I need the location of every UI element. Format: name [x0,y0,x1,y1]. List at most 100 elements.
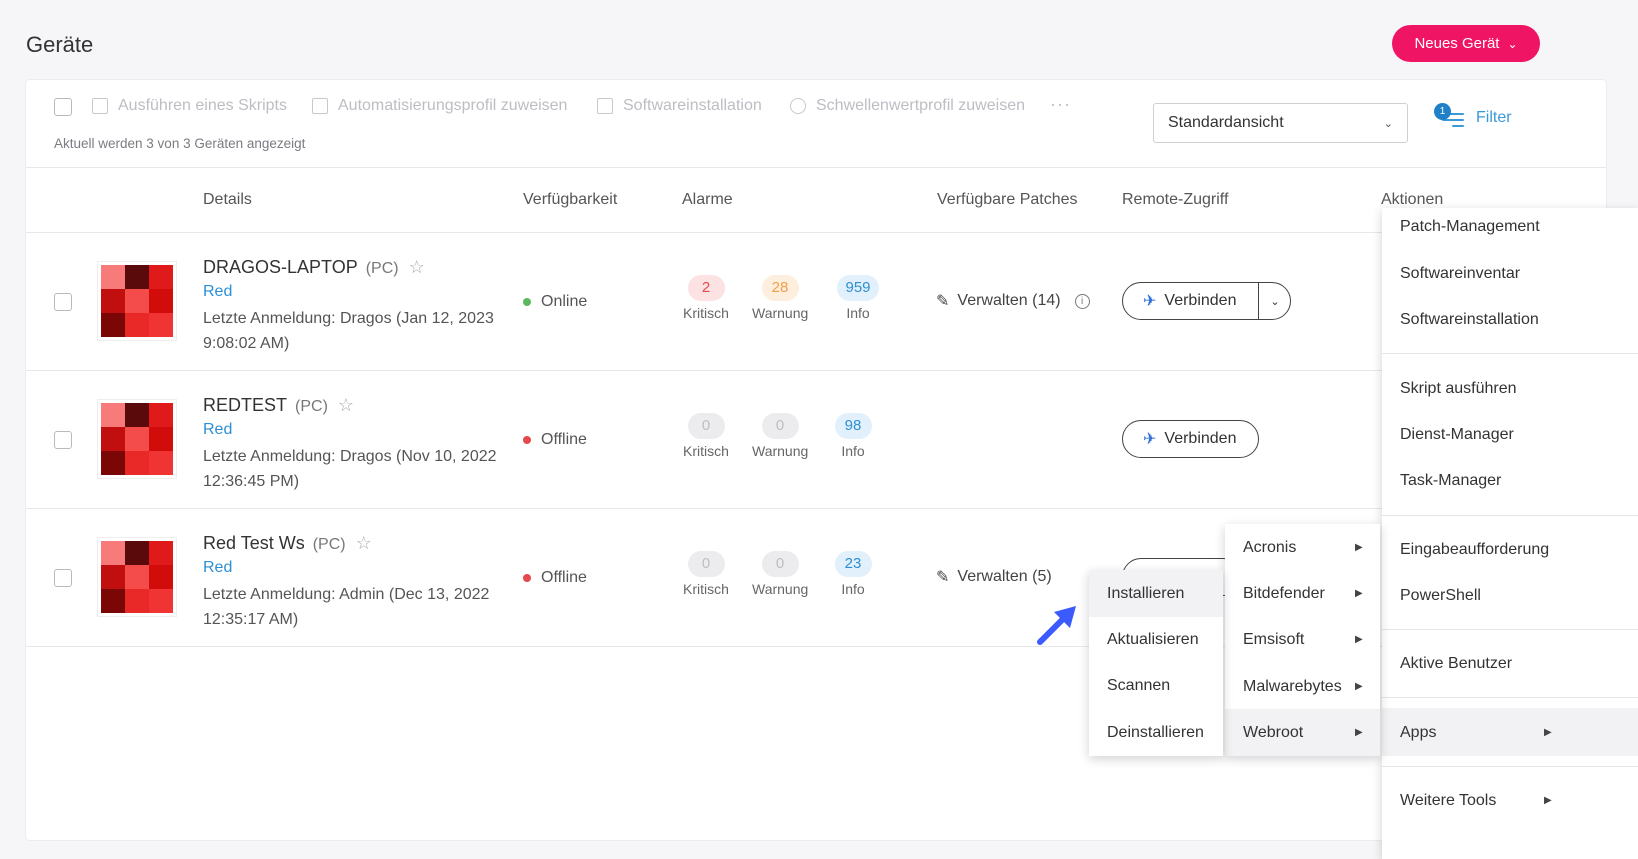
alarm-critical-count: 0 [687,413,725,439]
alarm-warning[interactable]: 28 Warnung [752,275,808,321]
row-checkbox[interactable] [54,293,72,311]
availability-status: Offline [523,569,587,587]
offline-dot-icon [523,436,531,444]
alarm-critical-label: Kritisch [683,443,729,459]
device-group-link[interactable]: Red [203,283,232,301]
alarm-critical[interactable]: 0 Kritisch [682,413,730,459]
chevron-down-icon: ⌄ [1507,36,1518,51]
menu-item-powershell[interactable]: PowerShell [1382,587,1638,605]
view-select-value: Standardansicht [1168,114,1284,131]
status-text: Offline [541,431,587,448]
alarm-warning-label: Warnung [752,305,809,321]
software-installation-action[interactable]: Softwareinstallation [597,95,762,117]
filter-button[interactable]: 1 Filter [1434,103,1512,129]
device-group-link[interactable]: Red [203,421,232,439]
alarm-warning-label: Warnung [752,443,809,459]
alarm-critical[interactable]: 0 Kritisch [682,551,730,597]
connect-dropdown-icon[interactable]: ⌄ [1258,283,1290,319]
menu-item-software-inventory[interactable]: Softwareinventar [1382,265,1638,283]
info-icon[interactable]: i [1074,293,1090,309]
manage-patches-link[interactable]: ✎ Verwalten (5) [936,567,1052,587]
connect-label: Verbinden [1164,430,1237,447]
menu-item-run-script[interactable]: Skript ausführen [1382,380,1638,398]
star-icon[interactable]: ☆ [409,257,425,277]
alarm-critical-label: Kritisch [683,581,729,597]
connect-button[interactable]: ✈ Verbinden [1123,421,1258,457]
caret-right-icon: ▶ [1355,588,1363,599]
menu-item-service-manager[interactable]: Dienst-Manager [1382,426,1638,444]
device-type: (PC) [365,260,399,277]
device-group-link[interactable]: Red [203,559,232,577]
device-type: (PC) [295,398,328,415]
menu-item-apps[interactable]: Apps [1382,724,1638,742]
new-device-button[interactable]: Neues Gerät ⌄ [1392,25,1540,62]
more-actions-icon[interactable]: ··· [1050,94,1071,115]
alarm-warning[interactable]: 0 Warnung [752,551,808,597]
alarm-info[interactable]: 959 Info [830,275,886,321]
alarm-info-count: 959 [837,275,879,301]
column-details[interactable]: Details [203,191,252,209]
last-login: Letzte Anmeldung: Admin (Dec 13, 2022 12… [203,586,490,628]
run-script-action[interactable]: Ausführen eines Skripts [92,95,287,117]
menu-item-command-prompt[interactable]: Eingabeaufforderung [1382,541,1638,559]
actions-menu: Patch-Management Softwareinventar Softwa… [1382,208,1638,859]
assign-automation-profile-action[interactable]: Automatisierungsprofil zuweisen [312,95,567,117]
chevron-down-icon: ⌄ [1383,117,1393,130]
device-name[interactable]: DRAGOS-LAPTOP (PC) ☆ [203,257,425,278]
alarm-warning-label: Warnung [752,581,809,597]
alarm-info-count: 23 [834,551,872,577]
menu-item-patch-management[interactable]: Patch-Management [1382,218,1638,236]
device-name[interactable]: REDTEST (PC) ☆ [203,395,354,416]
pencil-icon: ✎ [936,569,950,586]
submenu-item-update[interactable]: Aktualisieren [1089,631,1223,649]
view-select[interactable]: Standardansicht ⌄ [1153,103,1408,143]
assign-threshold-profile-action[interactable]: Schwellenwertprofil zuweisen [790,95,1025,117]
submenu-item-uninstall[interactable]: Deinstallieren [1089,724,1223,742]
alarm-warning-count: 28 [761,275,799,301]
column-patches[interactable]: Verfügbare Patches [937,191,1078,209]
automation-icon [312,98,328,114]
table-row[interactable]: REDTEST (PC) ☆ Red Letzte Anmeldung: Drago… [26,371,1606,509]
caret-right-icon: ▶ [1355,727,1363,738]
column-alarms[interactable]: Alarme [682,191,733,209]
toolbar: Ausführen eines Skripts Automatisierungs… [26,80,1606,168]
last-login: Letzte Anmeldung: Dragos (Nov 10, 2022 1… [203,448,497,490]
column-actions: Aktionen [1381,191,1444,208]
alarm-info[interactable]: 23 Info [830,551,876,597]
row-checkbox[interactable] [54,431,72,449]
connect-button[interactable]: ✈ Verbinden [1123,283,1258,319]
manage-patches-link[interactable]: ✎ Verwalten (14) i [936,291,1090,311]
alarm-critical-label: Kritisch [683,305,729,321]
alarm-critical[interactable]: 2 Kritisch [682,275,730,321]
offline-dot-icon [523,574,531,582]
alarm-info[interactable]: 98 Info [830,413,876,459]
alarm-critical-count: 2 [687,275,725,301]
table-header: Details Verfügbarkeit Alarme Verfügbare … [26,168,1606,233]
alarm-warning[interactable]: 0 Warnung [752,413,808,459]
star-icon[interactable]: ☆ [356,533,372,553]
column-remote-access[interactable]: Remote-Zugriff [1122,191,1228,209]
device-avatar [101,541,173,613]
assign-automation-label: Automatisierungsprofil zuweisen [338,97,568,114]
assign-threshold-label: Schwellenwertprofil zuweisen [816,97,1025,114]
connect-label: Verbinden [1164,292,1237,309]
menu-item-software-installation[interactable]: Softwareinstallation [1382,311,1638,329]
menu-item-active-users[interactable]: Aktive Benutzer [1382,655,1638,673]
device-name[interactable]: Red Test Ws (PC) ☆ [203,533,372,554]
select-all-checkbox[interactable] [54,98,72,116]
submenu-item-scan[interactable]: Scannen [1089,677,1223,695]
alarm-info-count: 98 [834,413,872,439]
column-availability[interactable]: Verfügbarkeit [523,191,617,209]
remote-access-icon: ✈ [1143,293,1157,310]
alarm-info-label: Info [846,305,870,321]
page-title: Geräte [26,32,94,57]
device-name-text: DRAGOS-LAPTOP [203,257,358,277]
menu-item-more-tools[interactable]: Weitere Tools [1382,792,1638,810]
menu-item-task-manager[interactable]: Task-Manager [1382,472,1638,490]
submenu-item-install[interactable]: Installieren [1089,585,1223,603]
table-row[interactable]: DRAGOS-LAPTOP (PC) ☆ Red Letzte Anmeldung:… [26,233,1606,371]
webroot-submenu: Installieren Aktualisieren Scannen Deins… [1089,570,1223,756]
row-checkbox[interactable] [54,569,72,587]
alarm-info-label: Info [841,443,865,459]
star-icon[interactable]: ☆ [338,395,354,415]
